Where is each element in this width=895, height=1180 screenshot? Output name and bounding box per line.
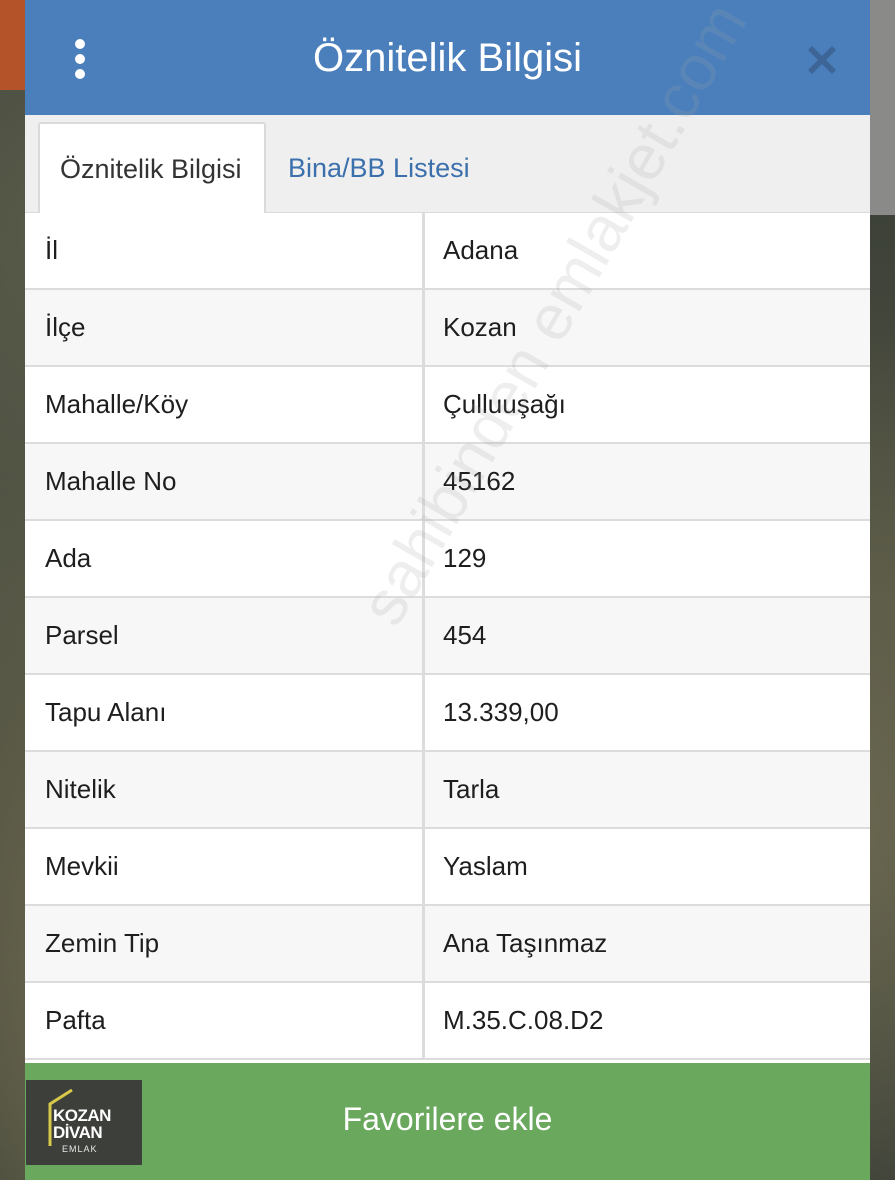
column-divider: [422, 521, 425, 596]
column-divider: [422, 213, 425, 288]
attribute-label: Mahalle/Köy: [45, 389, 189, 419]
tab-bar: Öznitelik Bilgisi Bina/BB Listesi: [25, 115, 870, 214]
attribute-label: Pafta: [45, 1005, 106, 1035]
attribute-label: İl: [45, 235, 58, 265]
attribute-value: Çulluuşağı: [443, 389, 566, 419]
column-divider: [422, 367, 425, 442]
column-divider: [422, 983, 425, 1058]
attribute-value: 45162: [443, 466, 516, 496]
table-row: İl Adana: [25, 213, 870, 290]
attribute-label: Mahalle No: [45, 466, 177, 496]
dialog-title: Öznitelik Bilgisi: [313, 36, 582, 80]
dialog-header: Öznitelik Bilgisi: [25, 0, 870, 115]
table-row: Mevkii Yaslam: [25, 829, 870, 906]
column-divider: [422, 675, 425, 750]
table-row: Mahalle No 45162: [25, 444, 870, 521]
footer-bar: Favorilere ekle KOZAN DİVAN EMLAK: [25, 1063, 870, 1180]
table-row: Zemin Tip Ana Taşınmaz: [25, 906, 870, 983]
column-divider: [422, 752, 425, 827]
close-icon[interactable]: [800, 38, 844, 82]
attribute-value: Adana: [443, 235, 519, 265]
column-divider: [422, 444, 425, 519]
table-row: Parsel 454: [25, 598, 870, 675]
tab-building-list[interactable]: Bina/BB Listesi: [268, 123, 490, 213]
tab-attribute-info[interactable]: Öznitelik Bilgisi: [38, 122, 266, 214]
logo-text-line2: DİVAN: [53, 1123, 103, 1142]
column-divider: [422, 598, 425, 673]
attribute-value: 13.339,00: [443, 697, 559, 727]
attribute-label: Parsel: [45, 620, 119, 650]
table-row: Tapu Alanı 13.339,00: [25, 675, 870, 752]
column-divider: [422, 829, 425, 904]
attribute-label: Tapu Alanı: [45, 697, 167, 727]
table-row: Mahalle/Köy Çulluuşağı: [25, 367, 870, 444]
map-edge-strip: [870, 0, 895, 215]
attribute-value: Ana Taşınmaz: [443, 928, 608, 958]
map-marker-strip: [0, 0, 26, 90]
logo-text-line3: EMLAK: [62, 1144, 98, 1154]
attribute-label: İlçe: [45, 312, 86, 342]
add-favorite-button[interactable]: Favorilere ekle: [25, 1063, 870, 1180]
attribute-table: İl Adana İlçe Kozan Mahalle/Köy Çulluuşağı Mah…: [25, 213, 870, 1060]
attribute-value: M.35.C.08.D2: [443, 1005, 604, 1035]
attribute-label: Nitelik: [45, 774, 116, 804]
table-row: İlçe Kozan: [25, 290, 870, 367]
column-divider: [422, 906, 425, 981]
attribute-value: 129: [443, 543, 487, 573]
attribute-value: 454: [443, 620, 487, 650]
attribute-value: Yaslam: [443, 851, 528, 881]
attribute-label: Ada: [45, 543, 92, 573]
table-row: Pafta M.35.C.08.D2: [25, 983, 870, 1060]
attribute-value: Kozan: [443, 312, 517, 342]
table-row: Ada 129: [25, 521, 870, 598]
agency-logo: KOZAN DİVAN EMLAK: [26, 1080, 142, 1165]
attribute-label: Mevkii: [45, 851, 119, 881]
attribute-label: Zemin Tip: [45, 928, 160, 958]
attribute-value: Tarla: [443, 774, 500, 804]
attribute-dialog: Öznitelik Bilgisi Öznitelik Bilgisi Bina…: [25, 0, 870, 1180]
table-row: Nitelik Tarla: [25, 752, 870, 829]
column-divider: [422, 290, 425, 365]
